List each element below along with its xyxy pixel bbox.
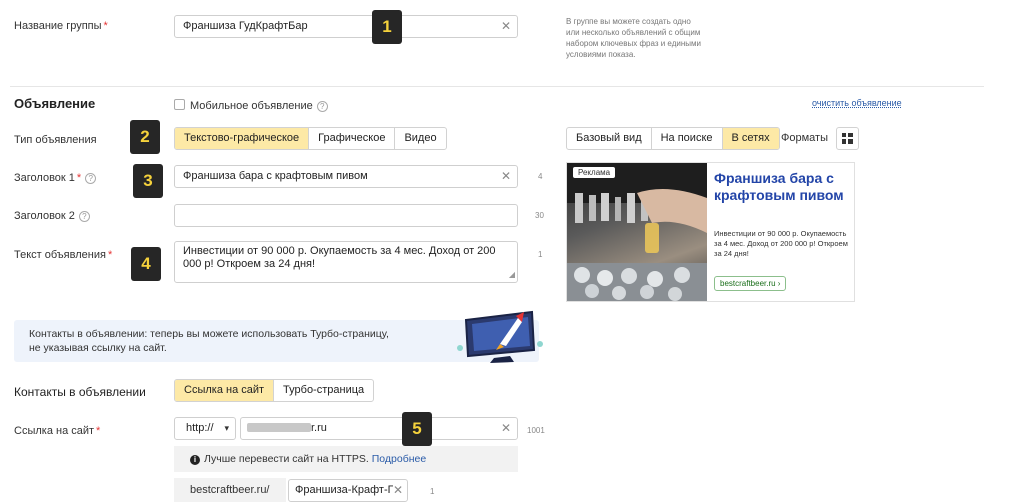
contacts-selector[interactable]: Ссылка на сайт Турбо-страница bbox=[174, 379, 375, 402]
display-path-counter: 1 bbox=[430, 487, 435, 496]
step-badge-4: 4 bbox=[131, 247, 161, 281]
step-badge-3: 3 bbox=[133, 164, 163, 198]
preview-tab-networks[interactable]: В сетях bbox=[722, 128, 779, 149]
resize-handle-icon[interactable]: ◢ bbox=[509, 268, 515, 281]
blurred-url bbox=[247, 423, 311, 432]
https-note: i Лучше перевести сайт на HTTPS. Подробне… bbox=[174, 446, 518, 472]
ad-tag: Реклама bbox=[573, 167, 616, 178]
contacts-option-turbo[interactable]: Турбо-страница bbox=[274, 380, 373, 401]
preview-tab-basic[interactable]: Базовый вид bbox=[567, 128, 652, 149]
ad-preview-headline[interactable]: Франшиза бара с крафтовым пивом bbox=[714, 170, 844, 204]
ad-preview-card[interactable]: Реклама Франшиза бара с крафтовым пивом … bbox=[566, 162, 855, 302]
title2-input[interactable] bbox=[174, 204, 518, 227]
section-divider bbox=[10, 86, 984, 87]
monitor-rocket-icon bbox=[452, 306, 548, 364]
protocol-select[interactable]: http:// ▾ bbox=[174, 417, 236, 440]
group-name-label: Название группы * bbox=[14, 20, 108, 32]
ad-text-counter: 1 bbox=[538, 250, 543, 259]
help-icon[interactable]: ? bbox=[316, 101, 328, 112]
ad-type-graphic[interactable]: Графическое bbox=[309, 128, 396, 149]
clear-icon[interactable]: ✕ bbox=[501, 16, 511, 37]
ad-type-text-graphic[interactable]: Текстово-графическое bbox=[175, 128, 310, 149]
display-path-input[interactable]: Франшиза-Крафт-П ✕ bbox=[288, 479, 408, 502]
help-icon[interactable]: ? bbox=[85, 173, 97, 184]
title2-counter: 30 bbox=[535, 211, 544, 220]
ad-preview-image: Реклама bbox=[567, 163, 707, 301]
site-link-label: Ссылка на сайт * bbox=[14, 425, 101, 437]
mobile-ad-checkbox[interactable] bbox=[174, 99, 185, 110]
ad-type-selector[interactable]: Текстово-графическое Графическое Видео bbox=[174, 127, 447, 150]
ad-preview-domain-button[interactable]: bestcraftbeer.ru › bbox=[714, 276, 787, 291]
contacts-option-site[interactable]: Ссылка на сайт bbox=[175, 380, 275, 401]
title1-counter: 4 bbox=[538, 172, 543, 181]
help-icon[interactable]: ? bbox=[78, 211, 90, 222]
site-url-input[interactable]: r.ru ✕ bbox=[240, 417, 518, 440]
step-badge-2: 2 bbox=[130, 120, 160, 154]
preview-tabs[interactable]: Базовый вид На поиске В сетях bbox=[566, 127, 780, 150]
step-badge-5: 5 bbox=[402, 412, 432, 446]
chevron-down-icon: ▾ bbox=[224, 423, 229, 433]
ad-preview-body: Инвестиции от 90 000 р. Окупаемость за 4… bbox=[714, 229, 848, 258]
title2-label: Заголовок 2? bbox=[14, 210, 90, 222]
ad-text-label: Текст объявления * bbox=[14, 249, 113, 261]
https-more-link[interactable]: Подробнее bbox=[372, 453, 426, 465]
clear-icon[interactable]: ✕ bbox=[501, 166, 511, 187]
ad-type-video[interactable]: Видео bbox=[395, 128, 445, 149]
clear-ad-link[interactable]: очистить объявление bbox=[812, 98, 902, 108]
group-hint: В группе вы можете создать одно или неск… bbox=[566, 17, 701, 59]
step-badge-1: 1 bbox=[372, 10, 402, 44]
display-domain: bestcraftbeer.ru/ bbox=[174, 478, 286, 502]
section-title: Объявление bbox=[14, 96, 96, 111]
title1-input[interactable]: Франшиза бара с крафтовым пивом ✕ bbox=[174, 165, 518, 188]
formats-grid-icon[interactable] bbox=[836, 127, 859, 150]
clear-icon[interactable]: ✕ bbox=[392, 480, 403, 501]
ad-type-label: Тип объявления bbox=[14, 134, 97, 146]
group-name-input[interactable]: Франшиза ГудКрафтБар ✕ bbox=[174, 15, 518, 38]
contacts-label: Контакты в объявлении bbox=[14, 385, 146, 399]
preview-tab-search[interactable]: На поиске bbox=[652, 128, 723, 149]
formats-label: Форматы bbox=[781, 132, 828, 144]
ad-text-textarea[interactable]: Инвестиции от 90 000 р. Окупаемость за 4… bbox=[174, 241, 518, 283]
mobile-ad-checkbox-row[interactable]: Мобильное объявление? bbox=[174, 99, 328, 112]
site-url-counter: 1001 bbox=[527, 426, 545, 435]
clear-icon[interactable]: ✕ bbox=[501, 418, 511, 439]
title1-label: Заголовок 1 *? bbox=[14, 172, 97, 184]
info-icon: i bbox=[190, 455, 200, 465]
